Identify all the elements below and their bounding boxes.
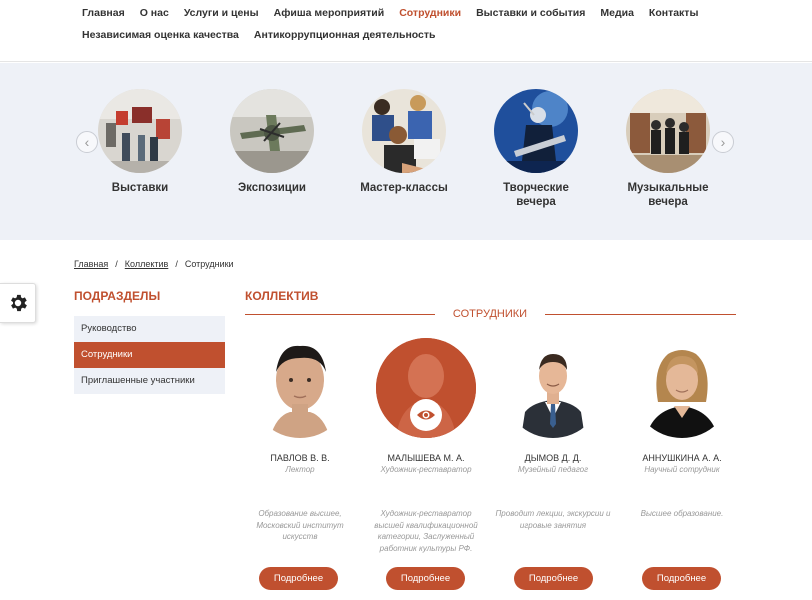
category-label: Выставки <box>111 182 169 194</box>
details-button[interactable]: Подробнее <box>514 567 593 590</box>
staff-description: Художник-реставратор высшей квалификацио… <box>374 509 478 553</box>
category-exhibitions[interactable]: Выставки <box>80 89 200 195</box>
divider-left <box>245 314 435 315</box>
divider-right <box>545 314 736 315</box>
nav-item-anticorruption[interactable]: Антикоррупционная деятельность <box>254 29 436 41</box>
staff-photo-avatar[interactable] <box>250 338 350 438</box>
staff-photo-avatar[interactable] <box>503 338 603 438</box>
breadcrumb-home-link[interactable]: Главная <box>74 259 108 269</box>
breadcrumb: Главная / Коллектив / Сотрудники <box>74 259 234 269</box>
top-navigation: Главная О нас Услуги и цены Афиша меропр… <box>0 0 812 62</box>
category-masterclasses[interactable]: Мастер-классы <box>344 89 464 195</box>
staff-role: Музейный педагог <box>517 465 589 474</box>
sidebar-item-staff[interactable]: Сотрудники <box>74 342 225 368</box>
sidebar-title: ПОДРАЗДЕЛЫ <box>74 289 161 303</box>
nav-item-services[interactable]: Услуги и цены <box>184 7 259 19</box>
details-button[interactable]: Подробнее <box>642 567 721 590</box>
staff-card: АННУШКИНА А. А. Научный сотрудник Высшее… <box>622 338 742 518</box>
category-label: Мастер-классы <box>360 182 448 194</box>
staff-card: ДЫМОВ Д. Д. Музейный педагог Проводит ле… <box>493 338 613 530</box>
nav-item-home[interactable]: Главная <box>82 7 125 19</box>
staff-description: Проводит лекции, экскурсии и игровые зан… <box>495 509 611 530</box>
staff-card: МАЛЫШЕВА М. А. Художник-реставратор Худо… <box>366 338 486 553</box>
details-button[interactable]: Подробнее <box>259 567 338 590</box>
nav-item-events[interactable]: Афиша мероприятий <box>274 7 385 19</box>
breadcrumb-current: Сотрудники <box>184 259 234 269</box>
staff-description: Образование высшее, Московский институт … <box>256 509 344 541</box>
staff-photo-avatar[interactable] <box>376 338 476 438</box>
staff-name: АННУШКИНА А. А. <box>642 453 722 463</box>
section-title: СОТРУДНИКИ <box>452 308 528 320</box>
masterclass-photo-icon <box>362 89 446 173</box>
nav-item-contacts[interactable]: Контакты <box>649 7 699 19</box>
nav-row-secondary: Независимая оценка качества Антикоррупци… <box>82 29 451 41</box>
category-label: Творческие вечера <box>503 182 569 208</box>
staff-role: Научный сотрудник <box>644 465 720 474</box>
breadcrumb-collective-link[interactable]: Коллектив <box>125 259 169 269</box>
sidebar-item-invited[interactable]: Приглашенные участники <box>74 368 225 394</box>
staff-name: МАЛЫШЕВА М. А. <box>387 453 465 463</box>
nav-item-quality[interactable]: Независимая оценка качества <box>82 29 239 41</box>
staff-role: Лектор <box>285 465 315 474</box>
nav-item-staff[interactable]: Сотрудники <box>399 7 461 19</box>
details-button[interactable]: Подробнее <box>386 567 465 590</box>
nav-item-media[interactable]: Медиа <box>600 7 634 19</box>
nav-item-exhibitions[interactable]: Выставки и события <box>476 7 585 19</box>
category-carousel: ‹ › Выставки Экспозиции Мастер-классы Тв… <box>0 63 812 240</box>
gear-icon <box>10 294 27 312</box>
aircraft-exposition-photo-icon <box>230 89 314 173</box>
category-label: Музыкальные вечера <box>627 182 709 208</box>
breadcrumb-separator: / <box>175 259 178 269</box>
category-label: Экспозиции <box>238 182 306 194</box>
category-musical-evenings[interactable]: Музыкальные вечера <box>608 89 728 209</box>
staff-role: Художник-реставратор <box>380 465 472 474</box>
nav-item-about[interactable]: О нас <box>140 7 169 19</box>
category-expositions[interactable]: Экспозиции <box>212 89 332 195</box>
staff-name: ДЫМОВ Д. Д. <box>524 453 582 463</box>
nav-row-primary: Главная О нас Услуги и цены Афиша меропр… <box>82 7 713 19</box>
staff-description: Высшее образование. <box>640 509 724 518</box>
staff-card: ПАВЛОВ В. В. Лектор Образование высшее, … <box>240 338 360 541</box>
sidebar-menu: Руководство Сотрудники Приглашенные учас… <box>74 316 225 394</box>
breadcrumb-separator: / <box>115 259 118 269</box>
eye-icon <box>417 410 435 420</box>
settings-tab-button[interactable] <box>0 283 36 323</box>
category-creative-evenings[interactable]: Творческие вечера <box>476 89 596 209</box>
page-title: КОЛЛЕКТИВ <box>245 289 319 303</box>
orchestra-photo-icon <box>626 89 710 173</box>
concert-photo-icon <box>494 89 578 173</box>
staff-photo-avatar[interactable] <box>632 338 732 438</box>
sidebar-item-management[interactable]: Руководство <box>74 316 225 342</box>
exhibition-photo-icon <box>98 89 182 173</box>
staff-name: ПАВЛОВ В. В. <box>270 453 330 463</box>
